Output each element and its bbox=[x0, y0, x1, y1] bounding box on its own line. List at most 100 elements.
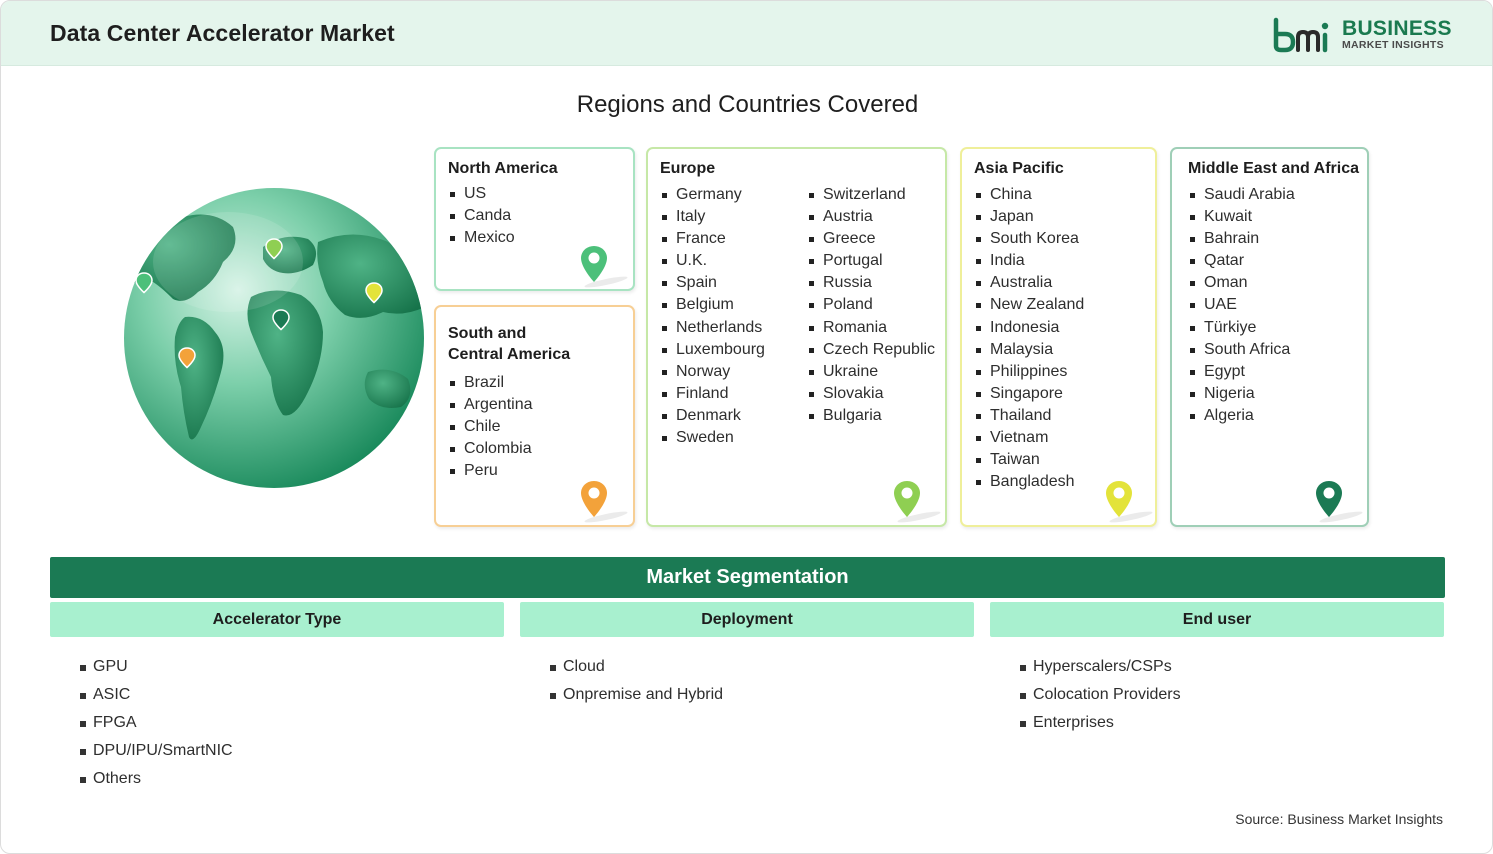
country-item: Bangladesh bbox=[974, 471, 1084, 493]
country-item: South Korea bbox=[974, 228, 1084, 250]
country-item: Slovakia bbox=[807, 383, 935, 405]
country-list-europe-col2: Switzerland Austria Greece Portugal Russia Po… bbox=[807, 184, 935, 427]
segment-list-accelerator-type: GPU ASIC FPGA DPU/IPU/SmartNIC Others bbox=[79, 653, 233, 793]
country-item: Spain bbox=[660, 272, 765, 294]
card-title-south-central-america: South and Central America bbox=[448, 323, 570, 365]
country-item: Finland bbox=[660, 383, 765, 405]
card-title-line1: South and bbox=[448, 325, 527, 342]
segment-item: Colocation Providers bbox=[1019, 681, 1181, 709]
location-pin-icon bbox=[581, 246, 628, 288]
segmentation-title-bar: Market Segmentation bbox=[50, 557, 1445, 598]
country-item: Italy bbox=[660, 206, 765, 228]
logo-text-market-insights: MARKET INSIGHTS bbox=[1342, 39, 1444, 51]
country-item: Colombia bbox=[448, 438, 533, 460]
country-item: Denmark bbox=[660, 405, 765, 427]
country-item: Bulgaria bbox=[807, 405, 935, 427]
segment-item: GPU bbox=[79, 653, 233, 681]
country-item: U.K. bbox=[660, 250, 765, 272]
country-item: China bbox=[974, 184, 1084, 206]
bmi-logo-icon bbox=[1273, 17, 1329, 53]
country-list-south-central-america: Brazil Argentina Chile Colombia Peru bbox=[448, 372, 533, 482]
card-north-america: North America US Canda Mexico bbox=[434, 147, 635, 291]
country-item: US bbox=[448, 183, 515, 205]
country-item: Ukraine bbox=[807, 361, 935, 383]
country-item: Thailand bbox=[974, 405, 1084, 427]
country-item: Algeria bbox=[1188, 405, 1295, 427]
country-item: New Zealand bbox=[974, 294, 1084, 316]
country-item: Peru bbox=[448, 460, 533, 482]
country-item: Saudi Arabia bbox=[1188, 184, 1295, 206]
country-item: Egypt bbox=[1188, 361, 1295, 383]
segment-header-deployment: Deployment bbox=[520, 602, 974, 637]
country-item: Netherlands bbox=[660, 317, 765, 339]
segment-item: Enterprises bbox=[1019, 709, 1181, 737]
country-item: Philippines bbox=[974, 361, 1084, 383]
country-item: Greece bbox=[807, 228, 935, 250]
country-item: South Africa bbox=[1188, 339, 1295, 361]
segment-item: Hyperscalers/CSPs bbox=[1019, 653, 1181, 681]
country-item: Norway bbox=[660, 361, 765, 383]
card-title-europe: Europe bbox=[660, 160, 716, 177]
country-item: Vietnam bbox=[974, 427, 1084, 449]
country-item: Canda bbox=[448, 205, 515, 227]
country-item: Czech Republic bbox=[807, 339, 935, 361]
country-item: Romania bbox=[807, 317, 935, 339]
segment-header-end-user: End user bbox=[990, 602, 1444, 637]
country-item: UAE bbox=[1188, 294, 1295, 316]
card-title-asia-pacific: Asia Pacific bbox=[974, 160, 1064, 177]
country-item: Oman bbox=[1188, 272, 1295, 294]
country-item: Qatar bbox=[1188, 250, 1295, 272]
country-item: Indonesia bbox=[974, 317, 1084, 339]
country-item: Singapore bbox=[974, 383, 1084, 405]
country-list-north-america: US Canda Mexico bbox=[448, 183, 515, 249]
country-item: Malaysia bbox=[974, 339, 1084, 361]
country-item: Türkiye bbox=[1188, 317, 1295, 339]
header-bar: Data Center Accelerator Market BUSINESS … bbox=[1, 1, 1492, 66]
country-item: Poland bbox=[807, 294, 935, 316]
segment-header-accelerator-type: Accelerator Type bbox=[50, 602, 504, 637]
segment-item: Onpremise and Hybrid bbox=[549, 681, 723, 709]
country-item: Austria bbox=[807, 206, 935, 228]
segment-item: DPU/IPU/SmartNIC bbox=[79, 737, 233, 765]
country-item: Nigeria bbox=[1188, 383, 1295, 405]
card-asia-pacific: Asia Pacific China Japan South Korea India A… bbox=[960, 147, 1157, 527]
country-item: Chile bbox=[448, 416, 533, 438]
country-item: Germany bbox=[660, 184, 765, 206]
location-pin-icon bbox=[1316, 481, 1363, 523]
country-item: Japan bbox=[974, 206, 1084, 228]
regions-title: Regions and Countries Covered bbox=[576, 91, 919, 118]
card-europe: Europe Germany Italy France U.K. Spain Belgiu… bbox=[646, 147, 947, 527]
globe-illustration bbox=[124, 188, 424, 488]
segment-list-deployment: Cloud Onpremise and Hybrid bbox=[549, 653, 723, 709]
country-item: France bbox=[660, 228, 765, 250]
card-title-line2: Central America bbox=[448, 346, 571, 363]
segment-item: Cloud bbox=[549, 653, 723, 681]
segment-list-end-user: Hyperscalers/CSPs Colocation Providers Ent… bbox=[1019, 653, 1181, 737]
logo-text-business: BUSINESS bbox=[1342, 17, 1452, 40]
country-item: Taiwan bbox=[974, 449, 1084, 471]
segment-item: Others bbox=[79, 765, 233, 793]
location-pin-icon bbox=[581, 481, 628, 523]
country-item: India bbox=[974, 250, 1084, 272]
location-pin-icon bbox=[894, 481, 941, 523]
country-item: Portugal bbox=[807, 250, 935, 272]
card-title-middle-east-africa: Middle East and Africa bbox=[1188, 160, 1359, 177]
country-item: Bahrain bbox=[1188, 228, 1295, 250]
card-middle-east-africa: Middle East and Africa Saudi Arabia Kuwai… bbox=[1170, 147, 1369, 527]
country-item: Australia bbox=[974, 272, 1084, 294]
country-item: Switzerland bbox=[807, 184, 935, 206]
infographic-frame: Data Center Accelerator Market BUSINESS … bbox=[0, 0, 1493, 854]
country-list-asia-pacific: China Japan South Korea India Australia New Z… bbox=[974, 184, 1084, 493]
brand-logo: BUSINESS MARKET INSIGHTS bbox=[1271, 15, 1451, 55]
country-item: Kuwait bbox=[1188, 206, 1295, 228]
segment-item: FPGA bbox=[79, 709, 233, 737]
card-title-north-america: North America bbox=[448, 160, 558, 177]
page-title: Data Center Accelerator Market bbox=[50, 20, 395, 46]
country-item: Argentina bbox=[448, 394, 533, 416]
country-item: Russia bbox=[807, 272, 935, 294]
card-south-central-america: South and Central America Brazil Argentin… bbox=[434, 305, 635, 527]
country-list-middle-east-africa: Saudi Arabia Kuwait Bahrain Qatar Oman UAE Tür… bbox=[1188, 184, 1295, 427]
country-item: Luxembourg bbox=[660, 339, 765, 361]
country-list-europe-col1: Germany Italy France U.K. Spain Belgium Nether… bbox=[660, 184, 765, 449]
segment-item: ASIC bbox=[79, 681, 233, 709]
